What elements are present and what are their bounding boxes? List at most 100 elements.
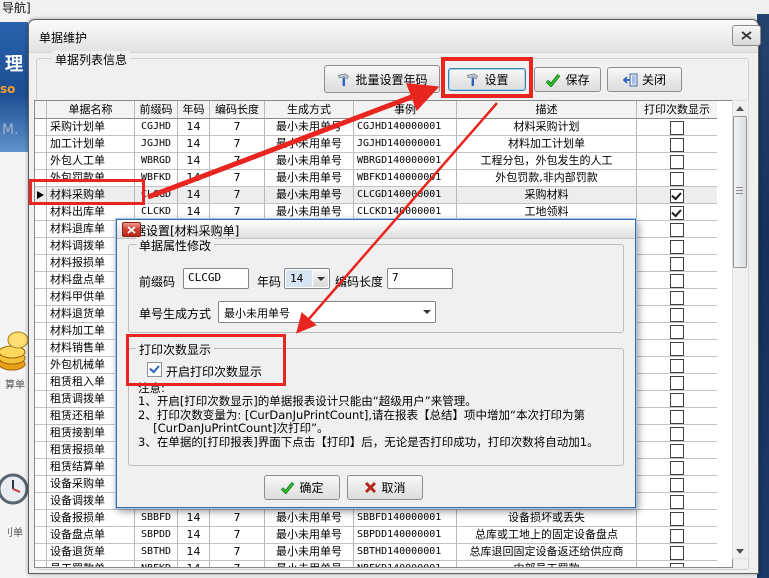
- cell-document-name[interactable]: 外包罚款单: [47, 170, 135, 187]
- settings-button[interactable]: 设置: [448, 68, 526, 91]
- cell-generation-mode[interactable]: 最小未用单号: [265, 187, 354, 204]
- cell-code-length[interactable]: 7: [210, 119, 265, 136]
- cell-description[interactable]: 采购材料: [457, 187, 637, 204]
- print-count-checkbox[interactable]: [670, 529, 684, 543]
- cell-year-code[interactable]: 14: [178, 153, 210, 170]
- dialog-close-button[interactable]: [122, 222, 141, 237]
- table-row[interactable]: 外包人工单WBRGD147最小未用单号WBRGD140000001工程分包，外包…: [35, 153, 718, 170]
- print-count-checkbox[interactable]: [670, 444, 684, 458]
- close-button[interactable]: 关闭: [607, 67, 682, 92]
- cell-example[interactable]: JGJHD140000001: [354, 136, 457, 153]
- cell-example[interactable]: SBTHD140000001: [354, 544, 457, 561]
- table-row[interactable]: 材料采购单CLCGD147最小未用单号CLCGD140000001采购材料: [35, 187, 718, 204]
- cell-code-length[interactable]: 7: [210, 136, 265, 153]
- print-count-checkbox[interactable]: [670, 546, 684, 560]
- column-header[interactable]: 事例: [354, 101, 457, 119]
- cell-code-length[interactable]: 7: [210, 153, 265, 170]
- cell-year-code[interactable]: 14: [178, 170, 210, 187]
- cell-generation-mode[interactable]: 最小未用单号: [265, 153, 354, 170]
- cell-description[interactable]: 总库或工地上的固定设备盘点: [457, 527, 637, 544]
- print-count-checkbox[interactable]: [670, 410, 684, 424]
- print-count-checkbox[interactable]: [670, 342, 684, 356]
- cell-generation-mode[interactable]: 最小未用单号: [265, 544, 354, 561]
- print-count-checkbox[interactable]: [670, 257, 684, 271]
- print-count-checkbox[interactable]: [147, 362, 162, 377]
- column-header[interactable]: 描述: [457, 101, 637, 119]
- print-count-checkbox[interactable]: [670, 274, 684, 288]
- cell-prefix-code[interactable]: WBFKD: [135, 170, 178, 187]
- cell-description[interactable]: 设备损坏或丢失: [457, 510, 637, 527]
- print-count-checkbox[interactable]: [670, 121, 684, 135]
- table-row[interactable]: 员工罚款单NBFKD147最小未用单号NBFKD140000001内部员工罚款: [35, 561, 718, 568]
- print-count-checkbox[interactable]: [670, 172, 684, 186]
- cell-prefix-code[interactable]: CGJHD: [135, 119, 178, 136]
- cell-document-name[interactable]: 材料采购单: [47, 187, 135, 204]
- cell-example[interactable]: SBPDD140000001: [354, 527, 457, 544]
- cell-description[interactable]: 总库退回固定设备返还给供应商: [457, 544, 637, 561]
- column-header[interactable]: 年码: [178, 101, 210, 119]
- print-count-checkbox[interactable]: [670, 223, 684, 237]
- cell-prefix-code[interactable]: SBTHD: [135, 544, 178, 561]
- column-header[interactable]: 编码长度: [210, 101, 265, 119]
- prefix-input[interactable]: CLCGD: [183, 268, 249, 289]
- cell-document-name[interactable]: 设备退货单: [47, 544, 135, 561]
- table-row[interactable]: 设备盘点单SBPDD147最小未用单号SBPDD140000001总库或工地上的…: [35, 527, 718, 544]
- table-row[interactable]: 设备报损单SBBFD147最小未用单号SBBFD140000001设备损坏或丢失: [35, 510, 718, 527]
- cell-year-code[interactable]: 14: [178, 510, 210, 527]
- cell-prefix-code[interactable]: SBPDD: [135, 527, 178, 544]
- cell-generation-mode[interactable]: 最小未用单号: [265, 561, 354, 568]
- batch-set-year-button[interactable]: 批量设置年码: [324, 65, 440, 93]
- column-header[interactable]: 生成方式: [265, 101, 354, 119]
- print-count-checkbox[interactable]: [670, 240, 684, 254]
- print-count-checkbox[interactable]: [670, 478, 684, 492]
- cell-prefix-code[interactable]: SBBFD: [135, 510, 178, 527]
- cell-example[interactable]: WBFKD140000001: [354, 170, 457, 187]
- cell-year-code[interactable]: 14: [178, 561, 210, 568]
- cell-code-length[interactable]: 7: [210, 527, 265, 544]
- cell-generation-mode[interactable]: 最小未用单号: [265, 170, 354, 187]
- cell-description[interactable]: 内部员工罚款: [457, 561, 637, 568]
- cell-generation-mode[interactable]: 最小未用单号: [265, 510, 354, 527]
- print-count-checkbox[interactable]: [670, 427, 684, 441]
- save-button[interactable]: 保存: [534, 67, 601, 92]
- chevron-down-icon[interactable]: [419, 303, 434, 321]
- cell-prefix-code[interactable]: NBFKD: [135, 561, 178, 568]
- cell-document-name[interactable]: 外包人工单: [47, 153, 135, 170]
- print-count-checkbox[interactable]: [670, 138, 684, 152]
- print-count-checkbox[interactable]: [670, 308, 684, 322]
- cell-code-length[interactable]: 7: [210, 561, 265, 568]
- column-header[interactable]: 前缀码: [135, 101, 178, 119]
- cell-document-name[interactable]: 设备盘点单: [47, 527, 135, 544]
- cell-example[interactable]: SBBFD140000001: [354, 510, 457, 527]
- print-count-checkbox[interactable]: [670, 376, 684, 390]
- print-count-checkbox[interactable]: [670, 563, 684, 568]
- ok-button[interactable]: 确定: [264, 475, 340, 500]
- cell-description[interactable]: 材料加工计划单: [457, 136, 637, 153]
- cell-description[interactable]: 外包罚款,非内部罚款: [457, 170, 637, 187]
- cell-document-name[interactable]: 加工计划单: [47, 136, 135, 153]
- cell-document-name[interactable]: 采购计划单: [47, 119, 135, 136]
- print-count-checkbox[interactable]: [670, 325, 684, 339]
- cell-example[interactable]: WBRGD140000001: [354, 153, 457, 170]
- table-row[interactable]: 设备退货单SBTHD147最小未用单号SBTHD140000001总库退回固定设…: [35, 544, 718, 561]
- cell-document-name[interactable]: 员工罚款单: [47, 561, 135, 568]
- table-row[interactable]: 加工计划单JGJHD147最小未用单号JGJHD140000001材料加工计划单: [35, 136, 718, 153]
- cancel-button[interactable]: 取消: [347, 475, 423, 500]
- cell-year-code[interactable]: 14: [178, 544, 210, 561]
- cell-prefix-code[interactable]: WBRGD: [135, 153, 178, 170]
- cell-code-length[interactable]: 7: [210, 187, 265, 204]
- nav-item-label[interactable]: 刂单: [3, 524, 23, 539]
- column-header[interactable]: 打印次数显示: [637, 101, 718, 119]
- column-header[interactable]: 单据名称: [47, 101, 135, 119]
- print-count-checkbox[interactable]: [670, 512, 684, 526]
- print-count-checkbox[interactable]: [670, 206, 684, 220]
- table-vertical-scrollbar[interactable]: [732, 100, 749, 559]
- cell-example[interactable]: CGJHD140000001: [354, 119, 457, 136]
- cell-document-name[interactable]: 设备报损单: [47, 510, 135, 527]
- scroll-up-arrow[interactable]: [733, 101, 746, 115]
- scrollbar-thumb[interactable]: [733, 116, 747, 268]
- print-count-checkbox[interactable]: [670, 291, 684, 305]
- cell-example[interactable]: CLCGD140000001: [354, 187, 457, 204]
- cell-code-length[interactable]: 7: [210, 510, 265, 527]
- cell-year-code[interactable]: 14: [178, 119, 210, 136]
